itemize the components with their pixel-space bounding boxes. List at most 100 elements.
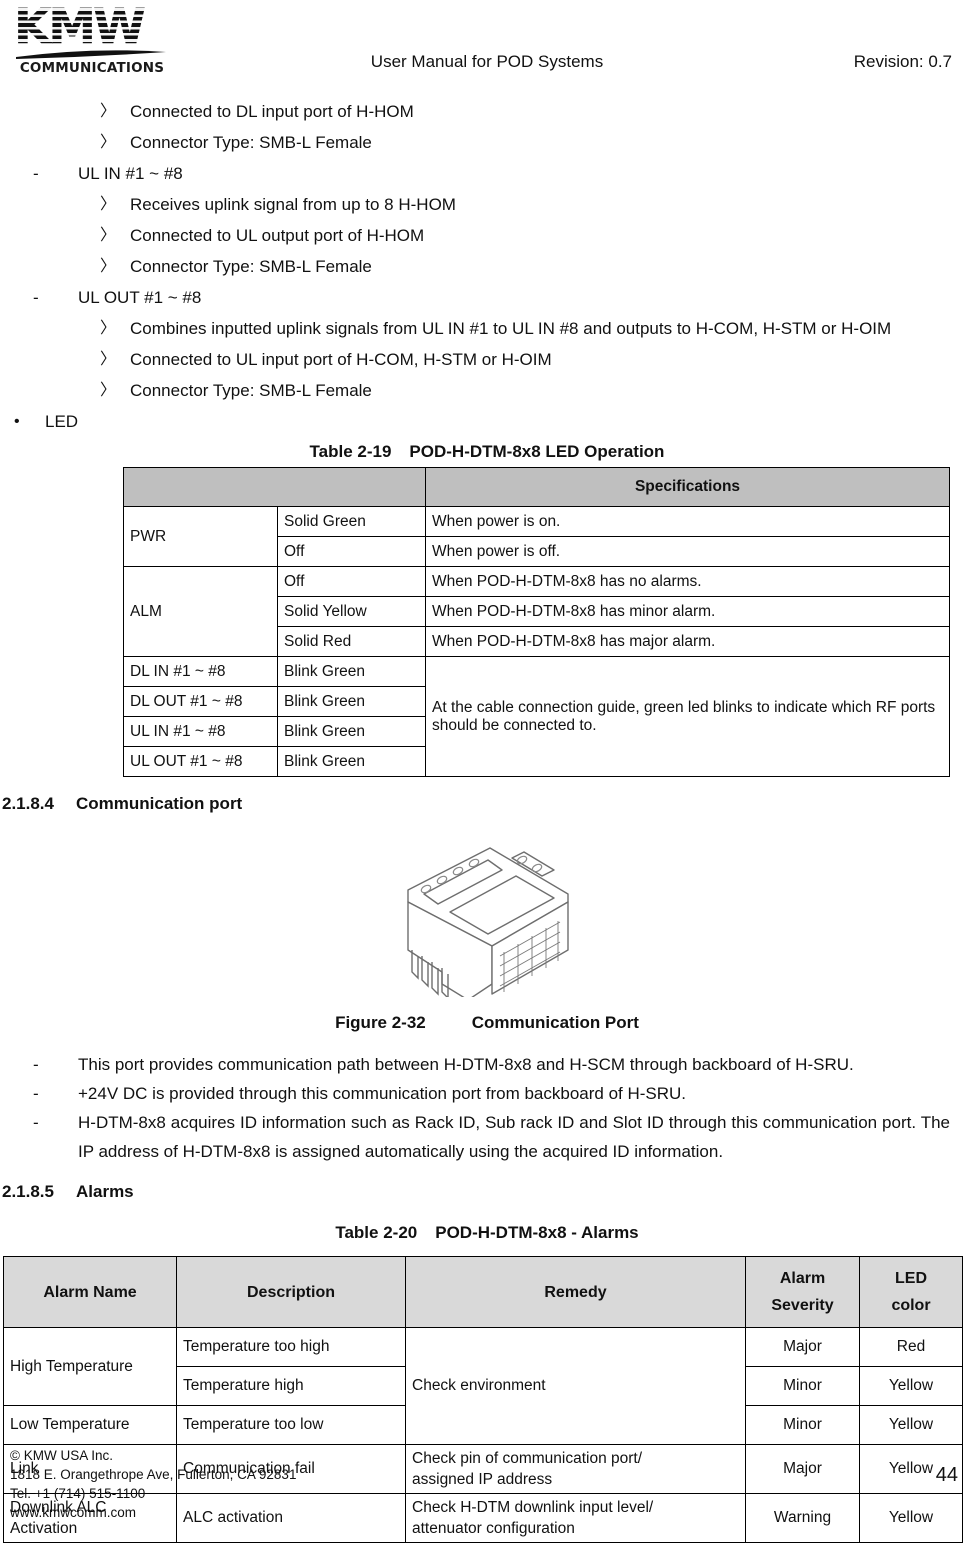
led-state-cell: Solid Yellow xyxy=(277,596,426,627)
bullet-item: 〉 Connected to DL input port of H-HOM xyxy=(0,96,974,127)
port-description-list: 〉 Connected to DL input port of H-HOM 〉 Con… xyxy=(0,96,974,437)
alarm-led-color-cell: Yellow xyxy=(859,1366,963,1406)
alarm-led-color-cell: Yellow xyxy=(859,1405,963,1445)
header-line: Description xyxy=(246,1283,335,1301)
table-row: High Temperature Temperature too high Chec… xyxy=(3,1327,963,1445)
document-page: KMW COMMUNICATIONS User Manual for POD S… xyxy=(0,0,974,1543)
bullet-text: Connector Type: SMB-L Female xyxy=(130,257,372,276)
footer-address: © KMW USA Inc. 1818 E. Orangethrope Ave,… xyxy=(10,1446,296,1522)
header-line: color xyxy=(891,1297,931,1314)
figure-caption-label: Figure 2-32 xyxy=(335,1013,426,1032)
alarm-name-cell: Low Temperature xyxy=(3,1405,177,1445)
led-spec-cell: At the cable connection guide, green led… xyxy=(425,656,950,777)
header-title: User Manual for POD Systems xyxy=(370,52,604,71)
bullet-item: 〉 Connected to UL input port of H-COM, H-… xyxy=(0,344,974,375)
header-line: Severity xyxy=(771,1297,834,1314)
led-spec-cell: When POD-H-DTM-8x8 has no alarms. xyxy=(425,566,950,597)
table-2-19-caption: Table 2-19 POD-H-DTM-8x8 LED Operation xyxy=(0,437,974,467)
bullet-marker-icon: 〉 xyxy=(100,258,117,275)
note-item: - H-DTM-8x8 acquires ID information such … xyxy=(33,1108,950,1166)
note-marker-icon: - xyxy=(33,1055,39,1074)
alarm-led-color-cell: Red xyxy=(859,1327,963,1367)
table-header-row: Specifications xyxy=(123,467,950,507)
alarm-description-cell: Temperature high xyxy=(176,1366,406,1406)
table-row: PWR Solid Green When power is on. xyxy=(123,506,950,567)
note-marker-icon: - xyxy=(33,1084,39,1103)
page-content: 〉 Connected to DL input port of H-HOM 〉 Con… xyxy=(0,96,974,1543)
kmw-logo: KMW COMMUNICATIONS xyxy=(14,2,174,86)
led-name-cell: PWR xyxy=(123,506,278,567)
bullet-text: Connector Type: SMB-L Female xyxy=(130,381,372,400)
table-2-20-caption-label: Table 2-20 xyxy=(335,1223,418,1242)
alarm-severity-cell: Minor xyxy=(745,1366,860,1406)
section-heading-alarms: 2.1.8.5 Alarms xyxy=(0,1178,974,1206)
note-text: This port provides communication path be… xyxy=(78,1055,854,1074)
logo-letters-text: KMW xyxy=(14,2,146,55)
table-2-19-body: PWR Solid Green When power is on. Off When p… xyxy=(123,506,950,777)
footer-phone: Tel. +1 (714) 515-1100 xyxy=(10,1486,146,1501)
bullet-item: 〉 Receives uplink signal from up to 8 H-H… xyxy=(0,189,974,220)
bullet-item: 〉 Connector Type: SMB-L Female xyxy=(0,127,974,158)
header-revision: Revision: 0.7 xyxy=(853,52,952,71)
table-2-20-header-alarm-name: Alarm Name xyxy=(3,1256,177,1328)
bullet-marker-icon: 〉 xyxy=(100,320,117,337)
bullet-item: 〉 Connected to UL output port of H-HOM xyxy=(0,220,974,251)
bullet-marker-icon: - xyxy=(33,288,39,307)
communication-port-notes: - This port provides communication path b… xyxy=(0,1050,974,1166)
bullet-item: 〉 Connector Type: SMB-L Female xyxy=(0,251,974,282)
table-2-20-header-led-color: LED color xyxy=(859,1256,963,1328)
header-line: Alarm xyxy=(779,1270,826,1287)
led-state-cell: Solid Red xyxy=(277,626,426,657)
footer-street: 1818 E. Orangethrope Ave, Fullerton, CA … xyxy=(10,1467,297,1482)
table-header-row: Alarm Name Description Remedy Alarm Severity… xyxy=(3,1256,963,1328)
led-name-cell: ALM xyxy=(123,566,278,657)
bullet-item: 〉 Connector Type: SMB-L Female xyxy=(0,375,974,406)
page-number: 44 xyxy=(935,1464,958,1486)
section-title-alarms: Alarms xyxy=(76,1182,134,1201)
bullet-text: Connected to DL input port of H-HOM xyxy=(130,102,414,121)
led-state-cell: Off xyxy=(277,566,426,597)
led-state-cell: Solid Green xyxy=(277,506,426,537)
note-item: - +24V DC is provided through this commun… xyxy=(33,1079,950,1108)
bullet-text: UL OUT #1 ~ #8 xyxy=(78,288,202,307)
led-name-cell: DL OUT #1 ~ #8 xyxy=(123,686,278,717)
led-spec-cell: When power is off. xyxy=(425,536,950,567)
bullet-marker-icon: • xyxy=(14,413,20,430)
led-name-cell: DL IN #1 ~ #8 xyxy=(123,656,278,687)
bullet-text: LED xyxy=(45,412,79,431)
alarm-severity-cell: Minor xyxy=(745,1405,860,1445)
table-2-20-caption-title: POD-H-DTM-8x8 - Alarms xyxy=(435,1223,639,1242)
bullet-marker-icon: 〉 xyxy=(100,227,117,244)
led-spec-cell: When power is on. xyxy=(425,506,950,537)
bullet-marker-icon: 〉 xyxy=(100,351,117,368)
bullet-text: Connected to UL output port of H-HOM xyxy=(130,226,425,245)
note-text: H-DTM-8x8 acquires ID information such a… xyxy=(78,1113,950,1161)
table-2-20-head: Alarm Name Description Remedy Alarm Severity… xyxy=(3,1256,963,1328)
table-2-20-caption: Table 2-20 POD-H-DTM-8x8 - Alarms xyxy=(0,1218,974,1248)
bullet-marker-icon: 〉 xyxy=(100,196,117,213)
table-row: ALM Off When POD-H-DTM-8x8 has no alarms. xyxy=(123,566,950,657)
alarm-description-cell: Temperature too high xyxy=(176,1327,406,1367)
table-2-19-caption-title: POD-H-DTM-8x8 LED Operation xyxy=(409,442,665,461)
led-name-cell: UL IN #1 ~ #8 xyxy=(123,716,278,747)
figure-caption-title: Communication Port xyxy=(471,1013,639,1032)
bullet-item: - UL OUT #1 ~ #8 xyxy=(0,282,974,313)
led-state-cell: Off xyxy=(277,536,426,567)
led-spec-cell: When POD-H-DTM-8x8 has major alarm. xyxy=(425,626,950,657)
table-led-operation: Specifications PWR Solid Green When power … xyxy=(123,467,950,777)
bullet-text: Connector Type: SMB-L Female xyxy=(130,133,372,152)
table-2-19-head: Specifications xyxy=(123,467,950,507)
section-title: Communication port xyxy=(76,794,243,813)
alarm-name-cell: High Temperature xyxy=(3,1327,177,1406)
table-2-20-header-description: Description xyxy=(176,1256,406,1328)
alarm-remedy-cell: Check environment xyxy=(405,1327,746,1445)
table-2-20-header-remedy: Remedy xyxy=(405,1256,746,1328)
footer-website[interactable]: www.kmwcomm.com xyxy=(10,1503,296,1522)
alarm-severity-cell: Major xyxy=(745,1327,860,1367)
table-2-19-header-blank xyxy=(123,467,426,507)
note-text: +24V DC is provided through this communi… xyxy=(78,1084,687,1103)
bullet-item: - UL IN #1 ~ #8 xyxy=(0,158,974,189)
led-name-cell: UL OUT #1 ~ #8 xyxy=(123,746,278,777)
bullet-text: Receives uplink signal from up to 8 H-HO… xyxy=(130,195,456,214)
bullet-marker-icon: 〉 xyxy=(100,134,117,151)
